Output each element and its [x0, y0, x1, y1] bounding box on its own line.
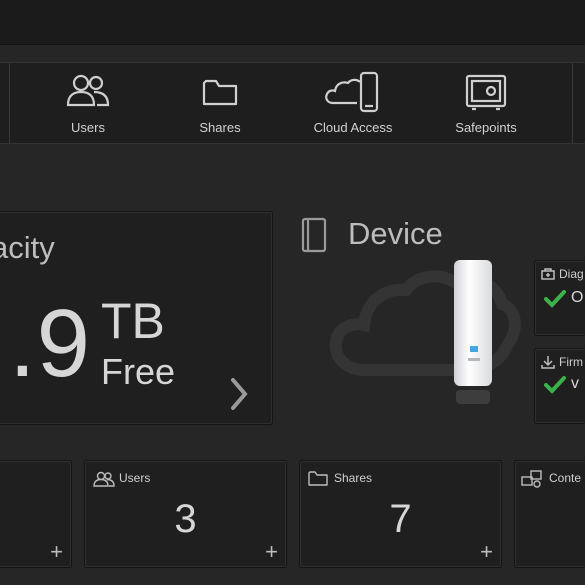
diagnostics-icon	[541, 268, 555, 280]
folder-icon	[308, 471, 328, 486]
users-tile[interactable]: Users 3 +	[84, 460, 287, 568]
download-icon	[541, 356, 555, 369]
nav-item-safepoints[interactable]: Safepoints	[431, 63, 541, 143]
firmware-panel[interactable]: Firm v	[534, 348, 585, 424]
add-user-icon[interactable]: +	[265, 541, 278, 563]
capacity-panel[interactable]: acity .9 TB Free	[0, 211, 273, 425]
capacity-free-label: Free	[101, 351, 176, 392]
content-tile[interactable]: Conte	[514, 460, 585, 568]
check-icon	[544, 290, 566, 308]
users-count: 3	[174, 497, 197, 541]
main-nav: Users Shares Cloud Access Safepoints	[0, 62, 585, 144]
drive-icon	[301, 217, 327, 253]
device-title: Device	[348, 216, 443, 251]
check-icon	[544, 376, 566, 394]
cloud-access-icon	[325, 71, 379, 113]
add-icon[interactable]: +	[50, 541, 63, 563]
top-bar	[0, 0, 585, 45]
shares-tile[interactable]: Shares 7 +	[299, 460, 502, 568]
shares-tile-label: Shares	[334, 471, 373, 485]
firmware-title: Firm	[559, 355, 583, 369]
nav-label-users: Users	[71, 120, 105, 135]
capacity-value: .9	[9, 290, 92, 397]
diagnostics-value: O	[571, 289, 584, 306]
content-tile-label: Conte	[549, 471, 582, 485]
nav-label-shares: Shares	[199, 120, 241, 135]
firmware-value: v	[571, 375, 579, 392]
users-icon	[93, 471, 115, 487]
capacity-title: acity	[0, 230, 55, 265]
nav-label-cloud-access: Cloud Access	[313, 120, 393, 135]
nav-item-shares[interactable]: Shares	[165, 63, 275, 143]
nav-label-safepoints: Safepoints	[455, 120, 517, 135]
safe-icon	[465, 74, 507, 111]
diagnostics-title: Diag	[559, 267, 584, 281]
folder-icon	[202, 79, 238, 106]
content-icon	[521, 470, 542, 488]
diagnostics-panel[interactable]: Diag O	[534, 260, 585, 336]
capacity-unit: TB	[101, 293, 165, 349]
device-image	[454, 260, 492, 404]
shares-count: 7	[389, 497, 412, 541]
tile-partial[interactable]: +	[0, 460, 72, 568]
users-tile-label: Users	[119, 471, 151, 485]
nav-item-users[interactable]: Users	[33, 63, 143, 143]
users-icon	[66, 74, 110, 107]
nav-divider	[9, 63, 10, 143]
chevron-right-icon[interactable]	[227, 376, 251, 412]
add-share-icon[interactable]: +	[480, 541, 493, 563]
nav-item-cloud-access[interactable]: Cloud Access	[298, 63, 408, 143]
nav-divider	[572, 63, 573, 143]
